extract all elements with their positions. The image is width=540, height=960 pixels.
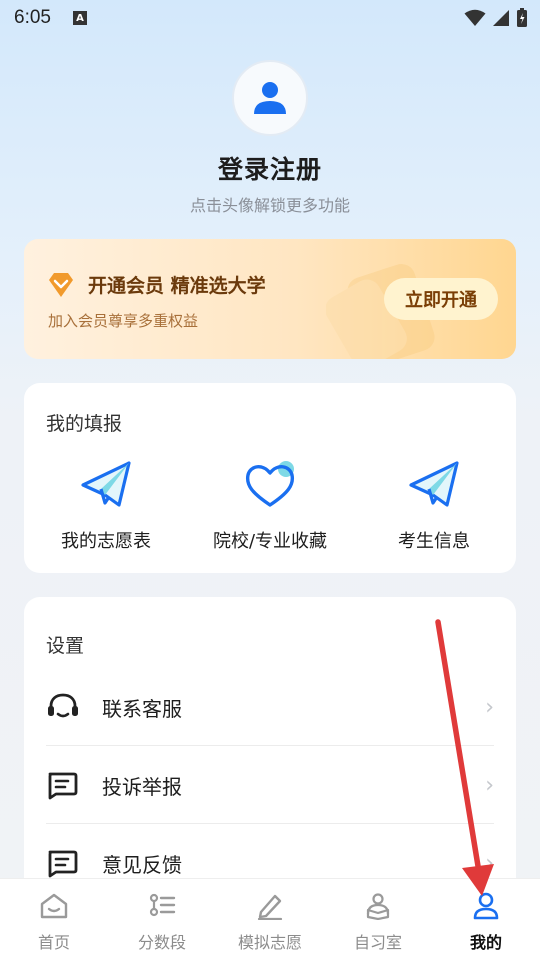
battery-icon: [517, 8, 527, 27]
user-avatar-icon: [254, 82, 286, 114]
headset-icon: [48, 693, 78, 718]
avatar[interactable]: [232, 60, 308, 136]
tab-home-label: 首页: [37, 933, 70, 952]
tab-mine-label: 我的: [469, 933, 502, 952]
tab-simulate-label: 模拟志愿: [237, 933, 302, 952]
tab-score-range[interactable]: 分数段: [108, 879, 216, 960]
list-icon: [149, 893, 176, 917]
notification-icon: A: [72, 11, 87, 25]
login-register-title[interactable]: 登录注册: [0, 150, 540, 186]
heart-icon: [245, 461, 295, 507]
my-fill-title: 我的填报: [46, 413, 123, 435]
settings-card: 设置 联系客服 › 投诉举报 › 意见反馈 ›: [24, 597, 516, 897]
candidate-info-item[interactable]: 考生信息: [354, 457, 514, 553]
complaint-report-row[interactable]: 投诉举报 ›: [46, 746, 494, 824]
complaint-report-label: 投诉举报: [102, 774, 182, 799]
tab-score-range-label: 分数段: [137, 933, 186, 952]
status-time: 6:05: [14, 7, 51, 28]
wifi-icon: [464, 9, 486, 26]
signal-icon: [493, 10, 509, 26]
status-bar: 6:05 A: [0, 0, 540, 36]
chevron-right-icon: ›: [485, 772, 494, 798]
settings-title: 设置: [46, 635, 85, 657]
tab-study-room-label: 自习室: [353, 933, 402, 952]
favorites-item[interactable]: 院校/专业收藏: [190, 457, 350, 553]
message-icon: [48, 850, 78, 878]
chevron-right-icon: ›: [485, 694, 494, 720]
bottom-tab-bar: 首页 分数段 模拟志愿 自习室 我的: [0, 878, 540, 960]
contact-support-row[interactable]: 联系客服 ›: [46, 668, 494, 746]
tab-simulate[interactable]: 模拟志愿: [216, 879, 324, 960]
contact-support-label: 联系客服: [102, 696, 182, 721]
diamond-icon: [49, 273, 73, 297]
feedback-label: 意见反馈: [102, 852, 182, 877]
status-icons: [464, 8, 528, 28]
activate-vip-button[interactable]: 立即开通: [384, 278, 498, 320]
pencil-icon: [257, 894, 283, 920]
paper-plane-icon: [409, 461, 459, 507]
paper-plane-icon: [81, 461, 131, 507]
vip-banner[interactable]: 开通会员 精准选大学 加入会员尊享多重权益 立即开通: [24, 239, 516, 359]
user-icon: [473, 892, 499, 920]
login-subtitle: 点击头像解锁更多功能: [189, 196, 350, 215]
vip-title: 开通会员 精准选大学: [88, 275, 266, 297]
message-icon: [48, 772, 78, 800]
my-fill-card: 我的填报 我的志愿表 院校/专业收藏 考生信息: [24, 383, 516, 573]
chevron-right-icon: ›: [485, 850, 494, 876]
study-icon: [366, 893, 390, 920]
my-wishlist-label: 我的志愿表: [61, 531, 151, 552]
my-wishlist-item[interactable]: 我的志愿表: [26, 457, 186, 553]
tab-study-room[interactable]: 自习室: [324, 879, 432, 960]
vip-subtitle: 加入会员尊享多重权益: [48, 312, 199, 330]
home-icon: [40, 893, 68, 919]
tab-mine[interactable]: 我的: [432, 879, 540, 960]
favorites-label: 院校/专业收藏: [212, 531, 328, 552]
candidate-info-label: 考生信息: [398, 531, 470, 552]
tab-home[interactable]: 首页: [0, 879, 108, 960]
